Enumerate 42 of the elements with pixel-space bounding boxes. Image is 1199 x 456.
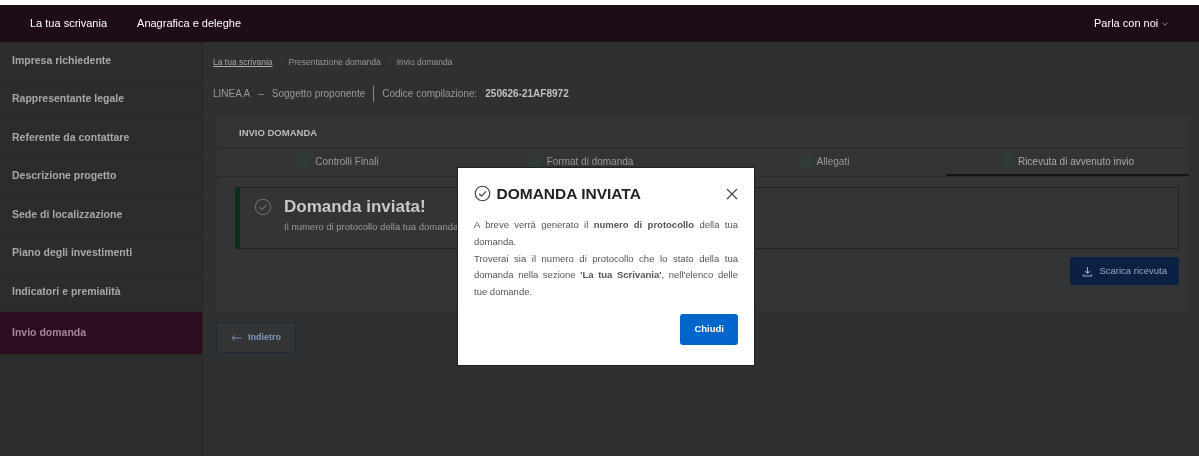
sidebar-item[interactable]: Invio domanda <box>0 311 202 355</box>
sidebar-item[interactable]: Referente da contattare <box>0 119 202 158</box>
check-circle-icon <box>298 155 312 168</box>
check-circle-icon <box>799 155 813 168</box>
close-button[interactable]: Chiudi <box>680 314 738 345</box>
check-circle-icon <box>474 185 491 203</box>
code-value: 250626-21AF8972 <box>485 87 569 102</box>
breadcrumb-item: Invio domanda <box>396 56 453 69</box>
sidebar-item[interactable]: Descrizione progetto <box>0 157 202 196</box>
sidebar-item[interactable]: Indicatori e premialità <box>0 273 202 312</box>
code-label: Codice compilazione: <box>382 87 478 102</box>
tab[interactable]: Ricevuta di avvenuto invio <box>946 149 1189 176</box>
download-icon <box>1082 265 1094 277</box>
check-circle-icon <box>1000 155 1014 168</box>
sidebar-item[interactable]: Rappresentante legale <box>0 80 202 119</box>
nav-link[interactable]: La tua scrivania <box>30 15 108 32</box>
sidebar-item[interactable]: Piano degli investimenti <box>0 234 202 273</box>
dash: – <box>258 87 264 102</box>
tab[interactable]: Controlli Finali <box>217 149 460 176</box>
alert-text: Il numero di protocollo della tua domanda <box>284 219 459 234</box>
tab[interactable]: Allegati <box>703 149 946 176</box>
check-circle-icon <box>529 155 543 168</box>
download-button[interactable]: Scarica ricevuta <box>1070 257 1179 286</box>
back-button[interactable]: Indietro <box>216 321 296 354</box>
alert-title: Domanda inviata! <box>284 198 427 217</box>
card-title: INVIO DOMANDA <box>217 115 1189 149</box>
close-icon <box>726 187 738 200</box>
tab[interactable]: Format di domanda <box>460 149 703 176</box>
check-circle-icon <box>254 198 272 216</box>
sidebar-item[interactable]: Impresa richiedente <box>0 42 202 81</box>
breadcrumb-item: Presentazione domanda <box>288 56 381 69</box>
subject-label: Soggetto proponente <box>271 87 366 102</box>
contact-link[interactable]: Parla con noi <box>1094 15 1169 32</box>
modal-text: A breve verrà generato il numero di protocollo della tua domanda. <box>474 218 738 249</box>
modal-text: Troverai sia il numero di protocollo che lo stato della tua domanda nella sezione 'La tua Scrivania', nell'elenco delle tue domande. <box>474 251 738 299</box>
modal-title: DOMANDA INVIATA <box>496 184 641 204</box>
line-label: LINEA A <box>213 87 251 102</box>
close-button[interactable] <box>726 187 738 200</box>
arrow-left-icon <box>231 333 242 342</box>
sidebar-item[interactable]: Sede di localizzazione <box>0 196 202 235</box>
breadcrumb-item[interactable]: La tua scrivania <box>213 56 273 69</box>
nav-link[interactable]: Anagrafica e deleghe <box>137 15 241 32</box>
